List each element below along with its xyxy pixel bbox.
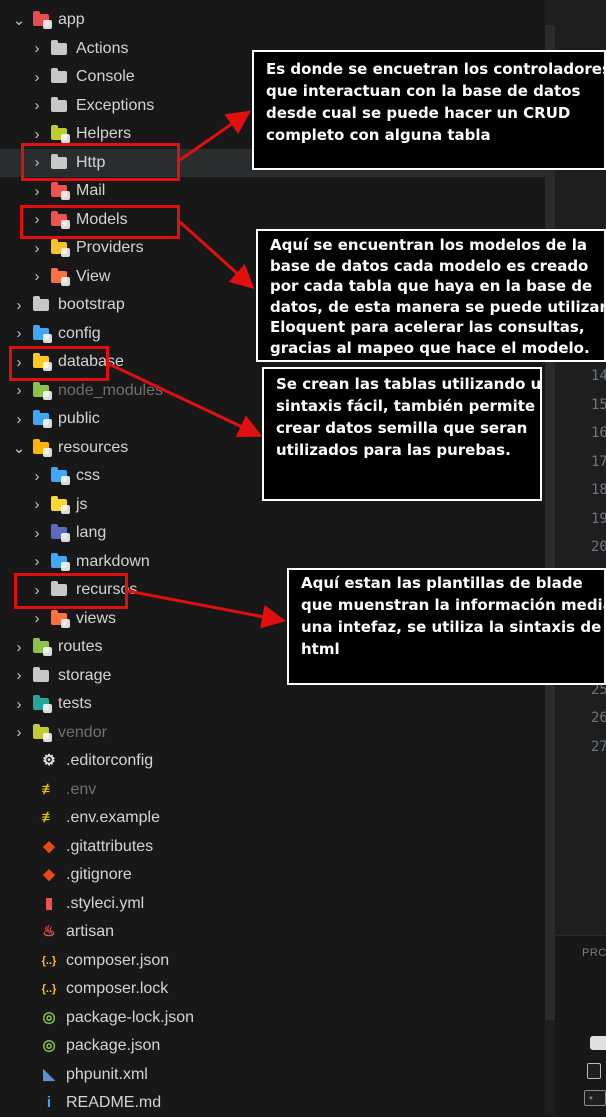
highlight-views <box>14 573 128 609</box>
highlight-models <box>20 205 180 239</box>
highlight-database <box>9 346 109 381</box>
annotation-models: Aquí se encuentran los modelos de la base… <box>256 229 606 362</box>
annotation-database: Se crean las tablas utilizando una sintax… <box>262 367 542 501</box>
arrow-models <box>178 220 255 290</box>
annotation-http: Es donde se encuetran los controladores q… <box>252 50 606 170</box>
arrow-views <box>127 589 286 629</box>
highlight-http <box>21 143 180 181</box>
annotation-views: Aquí estan las plantillas de blade que mu… <box>287 568 606 685</box>
arrow-http <box>179 110 251 162</box>
arrow-database <box>108 362 263 438</box>
